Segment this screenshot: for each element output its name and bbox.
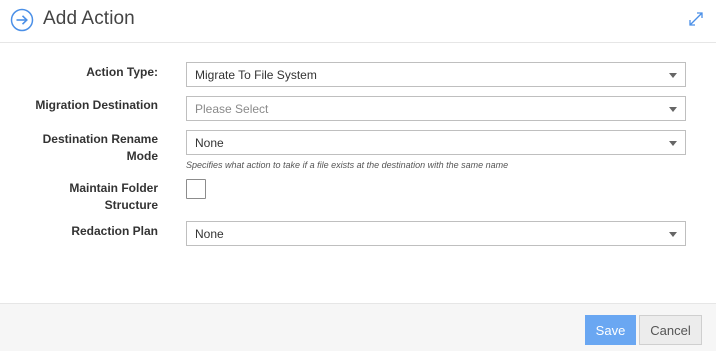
maintain-folder-structure-checkbox[interactable] xyxy=(186,179,206,199)
maintain-folder-structure-label-line2: Structure xyxy=(104,198,158,212)
action-type-label: Action Type: xyxy=(86,65,158,79)
migration-destination-select[interactable]: Please Select xyxy=(186,96,686,121)
destination-rename-mode-hint: Specifies what action to take if a file … xyxy=(186,160,509,170)
add-action-dialog: Add Action Action Type: Migrate To File … xyxy=(0,0,716,351)
chevron-down-icon xyxy=(669,73,677,78)
dialog-body: Action Type: Migrate To File System Migr… xyxy=(0,43,716,303)
destination-rename-mode-label: Destination Rename Mode xyxy=(0,131,158,165)
chevron-down-icon xyxy=(669,232,677,237)
redaction-plan-label: Redaction Plan xyxy=(71,224,158,238)
expand-icon[interactable] xyxy=(686,9,706,29)
chevron-down-icon xyxy=(669,107,677,112)
dialog-footer: Save Cancel xyxy=(0,303,716,351)
migration-destination-placeholder: Please Select xyxy=(195,102,269,116)
action-type-value: Migrate To File System xyxy=(195,68,317,82)
destination-rename-mode-value: None xyxy=(195,136,224,150)
action-type-select[interactable]: Migrate To File System xyxy=(186,62,686,87)
redaction-plan-value: None xyxy=(195,227,224,241)
dialog-header: Add Action xyxy=(0,0,716,43)
maintain-folder-structure-label-line1: Maintain Folder xyxy=(69,181,158,195)
destination-rename-mode-label-line2: Mode xyxy=(126,149,158,163)
maintain-folder-structure-label: Maintain Folder Structure xyxy=(0,180,158,214)
destination-rename-mode-select[interactable]: None xyxy=(186,130,686,155)
dialog-title: Add Action xyxy=(43,8,135,29)
destination-rename-mode-label-line1: Destination Rename xyxy=(42,132,158,146)
cancel-button[interactable]: Cancel xyxy=(639,315,702,345)
redaction-plan-select[interactable]: None xyxy=(186,221,686,246)
chevron-down-icon xyxy=(669,141,677,146)
migration-destination-label: Migration Destination xyxy=(35,98,158,112)
arrow-circle-right-icon xyxy=(10,8,34,32)
save-button[interactable]: Save xyxy=(585,315,636,345)
